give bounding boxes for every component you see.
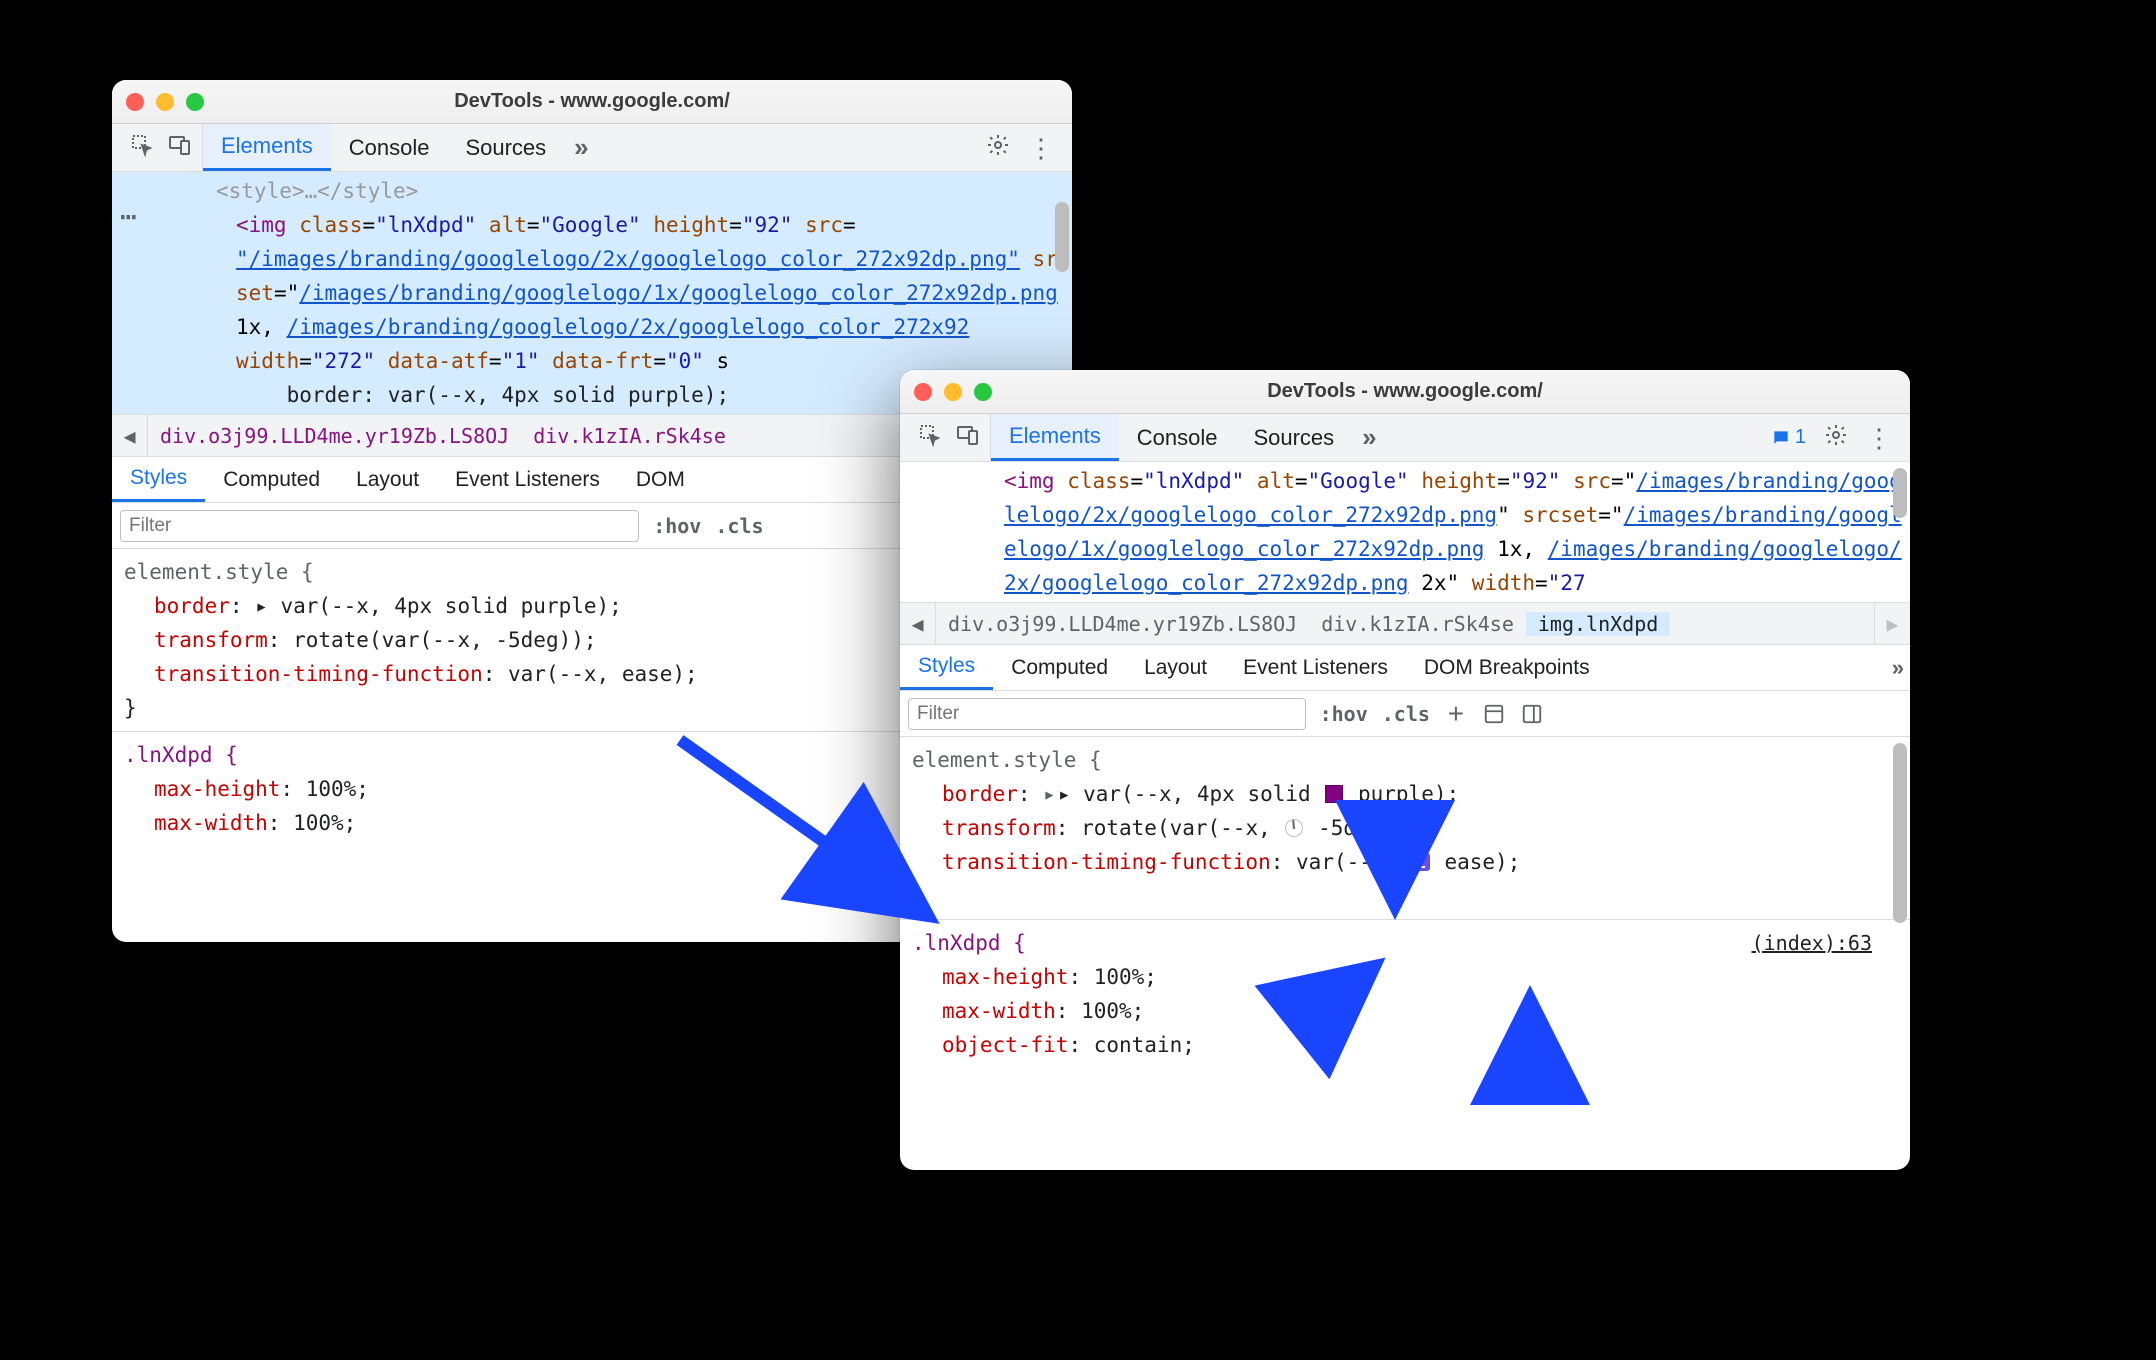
dom-srcset-link-1x[interactable]: /images/branding/googlelogo/1x/googlelog… bbox=[299, 281, 1058, 305]
breadcrumb-prev-icon[interactable]: ◀ bbox=[112, 415, 148, 456]
angle-swatch-icon[interactable] bbox=[1285, 819, 1303, 837]
tab-computed[interactable]: Computed bbox=[993, 645, 1126, 690]
dom-selected-node[interactable]: <img class="lnXdpd" alt="Google" height=… bbox=[914, 464, 1910, 600]
more-tabs-button[interactable]: » bbox=[1352, 414, 1380, 461]
kebab-menu-icon[interactable]: ⋮ bbox=[1028, 135, 1054, 161]
styles-filter-input[interactable] bbox=[908, 698, 1306, 730]
main-toolbar: Elements Console Sources » ⋮ bbox=[112, 124, 1072, 172]
hov-toggle[interactable]: :hov bbox=[1320, 702, 1368, 726]
tab-elements[interactable]: Elements bbox=[203, 124, 331, 171]
styles-scrollbar[interactable] bbox=[1893, 743, 1907, 923]
window-title: DevTools - www.google.com/ bbox=[112, 90, 1072, 113]
new-style-rule-icon[interactable]: + bbox=[1444, 702, 1468, 726]
dom-tree[interactable]: <img class="lnXdpd" alt="Google" height=… bbox=[900, 462, 1910, 603]
decl-max-height[interactable]: max-height: 100%; bbox=[912, 960, 1898, 994]
cls-toggle[interactable]: .cls bbox=[715, 514, 763, 538]
tab-sources[interactable]: Sources bbox=[447, 124, 564, 171]
hov-toggle[interactable]: :hov bbox=[653, 514, 701, 538]
decl-max-width[interactable]: max-width: 100%; bbox=[912, 994, 1898, 1028]
settings-icon[interactable] bbox=[1824, 423, 1848, 453]
rule-selector[interactable]: element.style { bbox=[912, 743, 1898, 777]
tab-styles[interactable]: Styles bbox=[900, 645, 993, 690]
inspect-icon[interactable] bbox=[130, 133, 154, 163]
main-toolbar: Elements Console Sources » 1 ⋮ bbox=[900, 414, 1910, 462]
zoom-icon[interactable] bbox=[974, 383, 992, 401]
window-title: DevTools - www.google.com/ bbox=[900, 380, 1910, 403]
rule-close: } bbox=[912, 879, 1898, 913]
inspect-icon[interactable] bbox=[918, 423, 942, 453]
breadcrumb-item-selected[interactable]: img.lnXdpd bbox=[1526, 612, 1670, 636]
cls-toggle[interactable]: .cls bbox=[1382, 702, 1430, 726]
computed-sidebar-toggle-icon[interactable] bbox=[1482, 702, 1506, 726]
settings-icon[interactable] bbox=[986, 133, 1010, 163]
tab-elements[interactable]: Elements bbox=[991, 414, 1119, 461]
breadcrumb: ◀ div.o3j99.LLD4me.yr19Zb.LS8OJ div.k1zI… bbox=[900, 603, 1910, 645]
minimize-icon[interactable] bbox=[944, 383, 962, 401]
bezier-swatch-icon[interactable] bbox=[1412, 853, 1430, 871]
breadcrumb-prev-icon[interactable]: ◀ bbox=[900, 603, 936, 644]
dom-src-link[interactable]: "/images/branding/googlelogo/2x/googlelo… bbox=[236, 247, 1020, 271]
breadcrumb-item[interactable]: div.k1zIA.rSk4se bbox=[521, 424, 738, 448]
kebab-menu-icon[interactable]: ⋮ bbox=[1866, 425, 1892, 451]
dom-scrollbar[interactable] bbox=[1055, 202, 1069, 272]
close-icon[interactable] bbox=[914, 383, 932, 401]
titlebar[interactable]: DevTools - www.google.com/ bbox=[112, 80, 1072, 124]
decl-transform[interactable]: transform: rotate(var(--x, -5deg)); bbox=[912, 811, 1898, 845]
zoom-icon[interactable] bbox=[186, 93, 204, 111]
decl-border[interactable]: border: ▸▸ var(--x, 4px solid purple); bbox=[912, 777, 1898, 811]
more-tabs-button[interactable]: » bbox=[564, 124, 592, 171]
styles-filter-input[interactable] bbox=[120, 510, 639, 542]
tab-dom-breakpoints[interactable]: DOM Breakpoints bbox=[1406, 645, 1608, 690]
tab-dom-breakpoints[interactable]: DOM bbox=[618, 457, 703, 502]
rendering-panel-icon[interactable] bbox=[1520, 702, 1544, 726]
color-swatch-icon[interactable] bbox=[1325, 785, 1343, 803]
decl-transition-timing-function[interactable]: transition-timing-function: var(--x, eas… bbox=[912, 845, 1898, 879]
dom-inline-style-preview: border: var(--x, 4px solid purple); bbox=[287, 383, 730, 407]
titlebar[interactable]: DevTools - www.google.com/ bbox=[900, 370, 1910, 414]
issues-counter[interactable]: 1 bbox=[1771, 426, 1806, 449]
dom-scrollbar[interactable] bbox=[1893, 468, 1907, 518]
tab-layout[interactable]: Layout bbox=[338, 457, 437, 502]
rule-selector[interactable]: .lnXdpd { bbox=[912, 931, 1026, 955]
tab-event-listeners[interactable]: Event Listeners bbox=[437, 457, 618, 502]
tab-styles[interactable]: Styles bbox=[112, 457, 205, 502]
breadcrumb-item[interactable]: div.o3j99.LLD4me.yr19Zb.LS8OJ bbox=[148, 424, 521, 448]
tab-console[interactable]: Console bbox=[331, 124, 448, 171]
issues-count: 1 bbox=[1795, 426, 1806, 449]
tab-console[interactable]: Console bbox=[1119, 414, 1236, 461]
styles-pane[interactable]: element.style { border: ▸▸ var(--x, 4px … bbox=[900, 737, 1910, 1074]
collapsed-indicator-icon[interactable]: ⋯ bbox=[120, 200, 139, 234]
minimize-icon[interactable] bbox=[156, 93, 174, 111]
stylesheet-source-link[interactable]: (index):63 bbox=[1752, 926, 1872, 960]
styles-filter-bar: :hov .cls + bbox=[900, 691, 1910, 737]
styles-tabbar: Styles Computed Layout Event Listeners D… bbox=[900, 645, 1910, 691]
more-subtabs-icon[interactable]: » bbox=[1892, 655, 1910, 681]
decl-object-fit[interactable]: object-fit: contain; bbox=[912, 1028, 1898, 1062]
breadcrumb-next-icon[interactable]: ▶ bbox=[1874, 603, 1910, 644]
devtools-window-right: DevTools - www.google.com/ Elements Cons… bbox=[900, 370, 1910, 1170]
tab-layout[interactable]: Layout bbox=[1126, 645, 1225, 690]
tab-sources[interactable]: Sources bbox=[1235, 414, 1352, 461]
close-icon[interactable] bbox=[126, 93, 144, 111]
traffic-lights bbox=[914, 383, 992, 401]
device-toggle-icon[interactable] bbox=[168, 133, 192, 163]
dom-prev-node: <style>…</style> bbox=[126, 174, 1072, 208]
tab-event-listeners[interactable]: Event Listeners bbox=[1225, 645, 1406, 690]
traffic-lights bbox=[126, 93, 204, 111]
tab-computed[interactable]: Computed bbox=[205, 457, 338, 502]
dom-srcset-link-2x[interactable]: /images/branding/googlelogo/2x/googlelog… bbox=[287, 315, 970, 339]
device-toggle-icon[interactable] bbox=[956, 423, 980, 453]
breadcrumb-item[interactable]: div.k1zIA.rSk4se bbox=[1309, 612, 1526, 636]
breadcrumb-item[interactable]: div.o3j99.LLD4me.yr19Zb.LS8OJ bbox=[936, 612, 1309, 636]
